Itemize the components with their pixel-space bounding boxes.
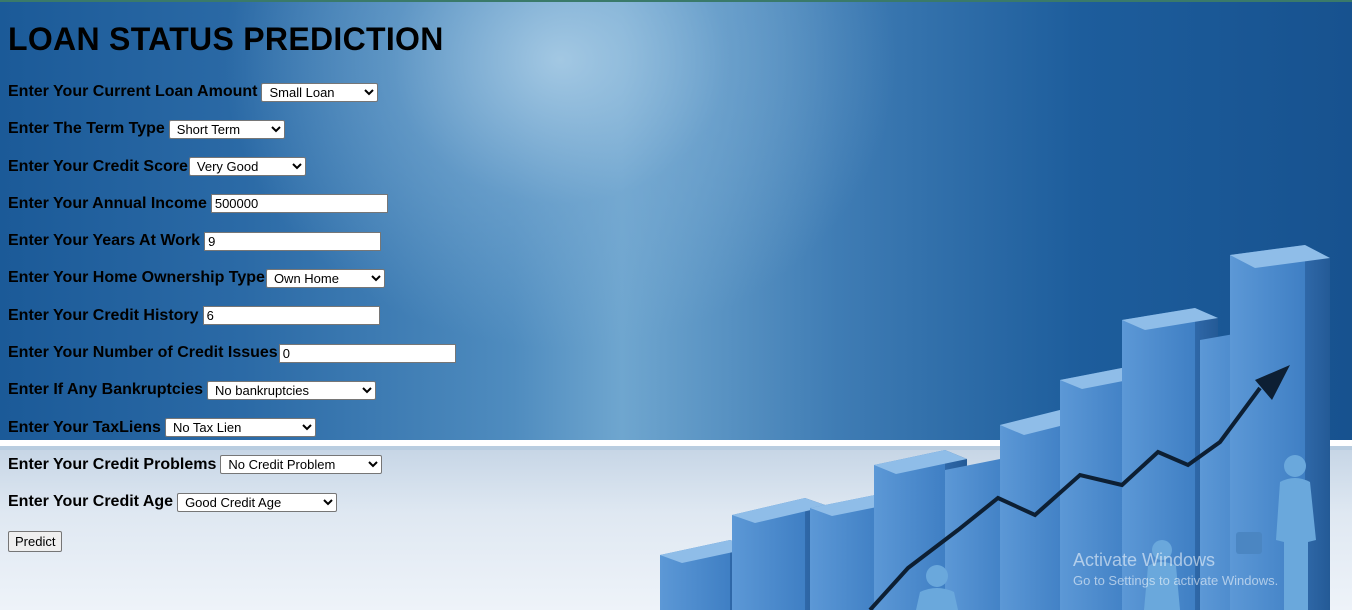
field-row-credit-score: Enter Your Credit Score Very Good (8, 157, 456, 177)
credit-age-label: Enter Your Credit Age (8, 493, 174, 511)
field-row-credit-age: Enter Your Credit Age Good Credit Age (8, 492, 456, 512)
field-row-term-type: Enter The Term Type Short Term (8, 119, 456, 139)
bankruptcies-select[interactable]: No bankruptcies (207, 380, 377, 400)
watermark-subtitle: Go to Settings to activate Windows. (1073, 573, 1279, 588)
watermark-title: Activate Windows (1073, 550, 1216, 570)
field-row-loan-amount: Enter Your Current Loan Amount Small Loa… (8, 82, 456, 102)
field-row-credit-problems: Enter Your Credit Problems No Credit Pro… (8, 455, 456, 475)
annual-income-label: Enter Your Annual Income (8, 194, 207, 212)
credit-issues-label: Enter Your Number of Credit Issues (8, 344, 278, 362)
bankruptcies-label: Enter If Any Bankruptcies (8, 381, 204, 399)
tax-liens-label: Enter Your TaxLiens (8, 418, 161, 436)
annual-income-input[interactable] (210, 194, 388, 214)
years-at-work-label: Enter Your Years At Work (8, 232, 201, 250)
field-row-annual-income: Enter Your Annual Income (8, 194, 456, 214)
term-type-label: Enter The Term Type (8, 120, 165, 138)
tax-liens-select[interactable]: No Tax Lien (164, 418, 316, 438)
activate-windows-watermark: Activate Windows Go to Settings to activ… (1073, 550, 1278, 588)
home-ownership-select[interactable]: Own Home (265, 268, 385, 288)
field-row-tax-liens: Enter Your TaxLiens No Tax Lien (8, 418, 456, 438)
loan-amount-label: Enter Your Current Loan Amount (8, 83, 258, 100)
page-title: LOAN STATUS PREDICTION (8, 21, 444, 57)
field-row-credit-issues: Enter Your Number of Credit Issues (8, 343, 456, 363)
field-row-credit-history: Enter Your Credit History (8, 306, 456, 326)
loan-amount-select[interactable]: Small Loan (261, 82, 379, 102)
credit-history-label: Enter Your Credit History (8, 306, 199, 324)
credit-issues-input[interactable] (278, 343, 456, 363)
term-type-select[interactable]: Short Term (168, 119, 285, 139)
field-row-home-ownership: Enter Your Home Ownership Type Own Home (8, 268, 456, 288)
credit-age-select[interactable]: Good Credit Age (177, 492, 338, 512)
home-ownership-label: Enter Your Home Ownership Type (8, 269, 265, 287)
credit-score-select[interactable]: Very Good (188, 157, 306, 177)
top-edge (0, 0, 1352, 2)
field-row-bankruptcies: Enter If Any Bankruptcies No bankruptcie… (8, 380, 456, 400)
credit-problems-select[interactable]: No Credit Problem (220, 455, 383, 475)
predict-button[interactable]: Predict (8, 530, 63, 552)
years-at-work-input[interactable] (204, 231, 382, 251)
credit-history-input[interactable] (202, 306, 380, 326)
credit-problems-label: Enter Your Credit Problems (8, 455, 217, 473)
loan-form: LOAN STATUS PREDICTION Enter Your Curren… (8, 18, 456, 552)
field-row-years-at-work: Enter Your Years At Work (8, 231, 456, 251)
credit-score-label: Enter Your Credit Score (8, 157, 188, 175)
